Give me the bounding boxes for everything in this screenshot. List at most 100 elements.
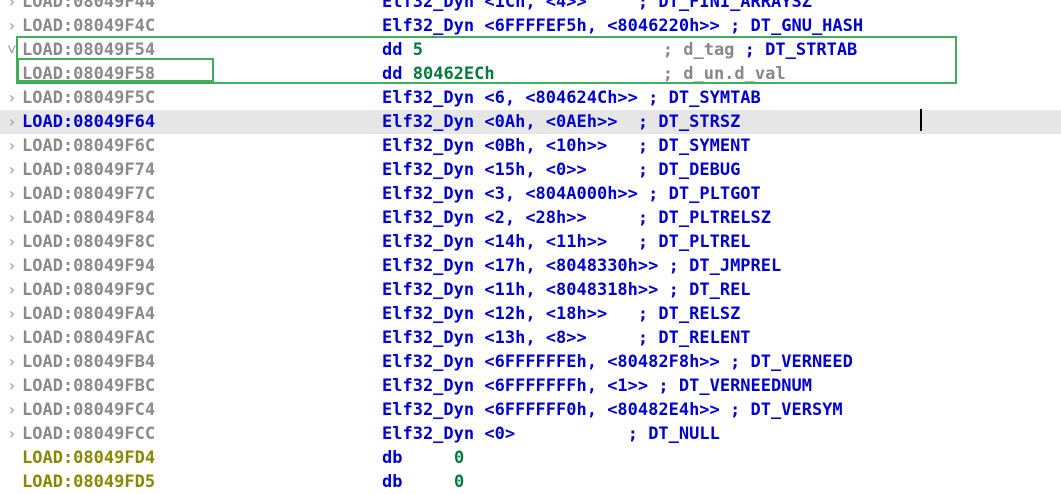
listing-row[interactable]: › LOAD:08049F94 Elf32_Dyn <17h, <8048330h>…: [0, 254, 1061, 278]
dynamic-tag-name: DT_RELENT: [658, 328, 751, 348]
instruction[interactable]: Elf32_Dyn <2, <28h>> ; DT_PLTRELSZ: [382, 206, 771, 230]
listing-row[interactable]: › LOAD:08049FC4 Elf32_Dyn <6FFFFFF0h, <804…: [0, 398, 1061, 422]
expand-chevron-icon[interactable]: ›: [7, 182, 17, 206]
instruction[interactable]: Elf32_Dyn <0Ah, <0AEh>> ; DT_STRSZ: [382, 110, 740, 134]
directive-dd: dd: [382, 40, 403, 60]
instruction[interactable]: Elf32_Dyn <17h, <8048330h>> ; DT_JMPREL: [382, 254, 781, 278]
disassembly-listing[interactable]: › LOAD:08049F44 Elf32_Dyn <1Ch, <4>> ; DT_…: [0, 0, 1061, 494]
instruction[interactable]: Elf32_Dyn <11h, <8048318h>> ; DT_REL: [382, 278, 751, 302]
address-label[interactable]: LOAD:08049FA4: [22, 302, 155, 326]
listing-row[interactable]: › LOAD:08049F64 Elf32_Dyn <0Ah, <0AEh>> ; …: [0, 110, 1061, 134]
listing-row[interactable]: › LOAD:08049F8C Elf32_Dyn <14h, <11h>> ; D…: [0, 230, 1061, 254]
address-label[interactable]: LOAD:08049FBC: [22, 374, 155, 398]
listing-row[interactable]: LOAD:08049FD4 db 0: [0, 446, 1061, 470]
listing-row[interactable]: LOAD:08049F58 dd 80462ECh; d_un.d_val: [0, 62, 1061, 86]
listing-row[interactable]: ˅ LOAD:08049F54 dd 5; d_tag ; DT_STRTAB: [0, 38, 1061, 62]
listing-row[interactable]: › LOAD:08049FBC Elf32_Dyn <6FFFFFFFh, <1>>…: [0, 374, 1061, 398]
operand-value: 5: [412, 40, 423, 60]
address-label[interactable]: LOAD:08049F54: [22, 38, 155, 62]
listing-row[interactable]: › LOAD:08049F7C Elf32_Dyn <3, <804A000h>> …: [0, 182, 1061, 206]
listing-row[interactable]: › LOAD:08049F5C Elf32_Dyn <6, <804624Ch>> …: [0, 86, 1061, 110]
listing-row[interactable]: › LOAD:08049FA4 Elf32_Dyn <12h, <18h>> ; D…: [0, 302, 1061, 326]
instruction[interactable]: db 0: [382, 446, 464, 470]
expand-chevron-icon[interactable]: ›: [7, 422, 17, 446]
address-label[interactable]: LOAD:08049F64: [22, 110, 155, 134]
instruction[interactable]: Elf32_Dyn <6FFFFFF0h, <80482E4h>> ; DT_V…: [382, 398, 843, 422]
address-label[interactable]: LOAD:08049F9C: [22, 278, 155, 302]
expand-chevron-icon[interactable]: ›: [7, 110, 17, 134]
instruction[interactable]: Elf32_Dyn <14h, <11h>> ; DT_PLTREL: [382, 230, 751, 254]
instruction[interactable]: dd 80462ECh; d_un.d_val: [382, 62, 786, 86]
expand-chevron-icon[interactable]: ›: [7, 326, 17, 350]
address-label[interactable]: LOAD:08049FAC: [22, 326, 155, 350]
instruction[interactable]: Elf32_Dyn <6, <804624Ch>> ; DT_SYMTAB: [382, 86, 761, 110]
address-label[interactable]: LOAD:08049F94: [22, 254, 155, 278]
expand-chevron-icon[interactable]: ›: [7, 14, 17, 38]
instruction[interactable]: Elf32_Dyn <0Bh, <10h>> ; DT_SYMENT: [382, 134, 751, 158]
instruction[interactable]: Elf32_Dyn <3, <804A000h>> ; DT_PLTGOT: [382, 182, 761, 206]
expand-chevron-icon[interactable]: ›: [7, 86, 17, 110]
expand-chevron-icon[interactable]: ›: [7, 398, 17, 422]
address-label[interactable]: LOAD:08049F84: [22, 206, 155, 230]
address-label[interactable]: LOAD:08049FD4: [22, 446, 155, 470]
expand-chevron-icon[interactable]: ›: [7, 0, 17, 14]
address-label[interactable]: LOAD:08049F6C: [22, 134, 155, 158]
struct-args: <6FFFFFFEh, <80482F8h>>: [484, 352, 720, 372]
struct-args: <0>: [484, 424, 618, 444]
expand-chevron-icon[interactable]: ›: [7, 350, 17, 374]
dynamic-tag-name: DT_VERSYM: [750, 400, 843, 420]
instruction[interactable]: Elf32_Dyn <6FFFFEF5h, <8046220h>> ; DT_G…: [382, 14, 863, 38]
struct-type: Elf32_Dyn: [382, 400, 475, 420]
dynamic-tag-name: DT_JMPREL: [689, 256, 782, 276]
instruction[interactable]: db 0: [382, 470, 464, 494]
struct-args: <0Ah, <0AEh>>: [484, 112, 628, 132]
instruction[interactable]: Elf32_Dyn <6FFFFFFEh, <80482F8h>> ; DT_V…: [382, 350, 853, 374]
address-label[interactable]: LOAD:08049F74: [22, 158, 155, 182]
address-label[interactable]: LOAD:08049F5C: [22, 86, 155, 110]
listing-row[interactable]: › LOAD:08049F74 Elf32_Dyn <15h, <0>> ; DT_…: [0, 158, 1061, 182]
comment-semicolon: ;: [668, 280, 679, 300]
address-label[interactable]: LOAD:08049F44: [22, 0, 155, 14]
address-label[interactable]: LOAD:08049F8C: [22, 230, 155, 254]
struct-type: Elf32_Dyn: [382, 256, 475, 276]
instruction[interactable]: Elf32_Dyn <1Ch, <4>> ; DT_FINI_ARRAYSZ: [382, 0, 812, 14]
expand-chevron-icon[interactable]: ›: [7, 374, 17, 398]
listing-row[interactable]: › LOAD:08049FB4 Elf32_Dyn <6FFFFFFEh, <804…: [0, 350, 1061, 374]
instruction[interactable]: Elf32_Dyn <15h, <0>> ; DT_DEBUG: [382, 158, 740, 182]
listing-row[interactable]: › LOAD:08049F9C Elf32_Dyn <11h, <8048318h>…: [0, 278, 1061, 302]
expand-chevron-icon[interactable]: ›: [7, 206, 17, 230]
instruction[interactable]: Elf32_Dyn <13h, <8>> ; DT_RELENT: [382, 326, 751, 350]
instruction[interactable]: Elf32_Dyn <6FFFFFFFh, <1>> ; DT_VERNEEDN…: [382, 374, 812, 398]
expand-chevron-icon[interactable]: ›: [7, 254, 17, 278]
listing-row[interactable]: › LOAD:08049F84 Elf32_Dyn <2, <28h>> ; DT_…: [0, 206, 1061, 230]
dynamic-tag-name: DT_FINI_ARRAYSZ: [658, 0, 812, 12]
expand-chevron-icon[interactable]: ›: [7, 230, 17, 254]
listing-row[interactable]: › LOAD:08049FAC Elf32_Dyn <13h, <8>> ; DT_…: [0, 326, 1061, 350]
struct-args: <6, <804624Ch>>: [484, 88, 638, 108]
collapse-chevron-icon[interactable]: ˅: [7, 38, 17, 62]
instruction[interactable]: dd 5; d_tag ; DT_STRTAB: [382, 38, 857, 62]
address-label[interactable]: LOAD:08049FD5: [22, 470, 155, 494]
struct-type: Elf32_Dyn: [382, 232, 475, 252]
instruction[interactable]: Elf32_Dyn <0> ; DT_NULL: [382, 422, 720, 446]
listing-row[interactable]: LOAD:08049FD5 db 0: [0, 470, 1061, 494]
comment-semicolon: ;: [730, 400, 741, 420]
struct-type: Elf32_Dyn: [382, 16, 475, 36]
address-label[interactable]: LOAD:08049F4C: [22, 14, 155, 38]
struct-args: <12h, <18h>>: [484, 304, 628, 324]
address-label[interactable]: LOAD:08049FCC: [22, 422, 155, 446]
instruction[interactable]: Elf32_Dyn <12h, <18h>> ; DT_RELSZ: [382, 302, 740, 326]
comment-field: d_un.d_val: [683, 64, 786, 84]
address-label[interactable]: LOAD:08049F58: [22, 62, 155, 86]
listing-row[interactable]: › LOAD:08049F44 Elf32_Dyn <1Ch, <4>> ; DT_…: [0, 0, 1061, 14]
expand-chevron-icon[interactable]: ›: [7, 302, 17, 326]
listing-row[interactable]: › LOAD:08049FCC Elf32_Dyn <0> ; DT_NULL: [0, 422, 1061, 446]
expand-chevron-icon[interactable]: ›: [7, 134, 17, 158]
address-label[interactable]: LOAD:08049F7C: [22, 182, 155, 206]
address-label[interactable]: LOAD:08049FB4: [22, 350, 155, 374]
listing-row[interactable]: › LOAD:08049F6C Elf32_Dyn <0Bh, <10h>> ; D…: [0, 134, 1061, 158]
expand-chevron-icon[interactable]: ›: [7, 158, 17, 182]
expand-chevron-icon[interactable]: ›: [7, 278, 17, 302]
address-label[interactable]: LOAD:08049FC4: [22, 398, 155, 422]
listing-row[interactable]: › LOAD:08049F4C Elf32_Dyn <6FFFFEF5h, <804…: [0, 14, 1061, 38]
